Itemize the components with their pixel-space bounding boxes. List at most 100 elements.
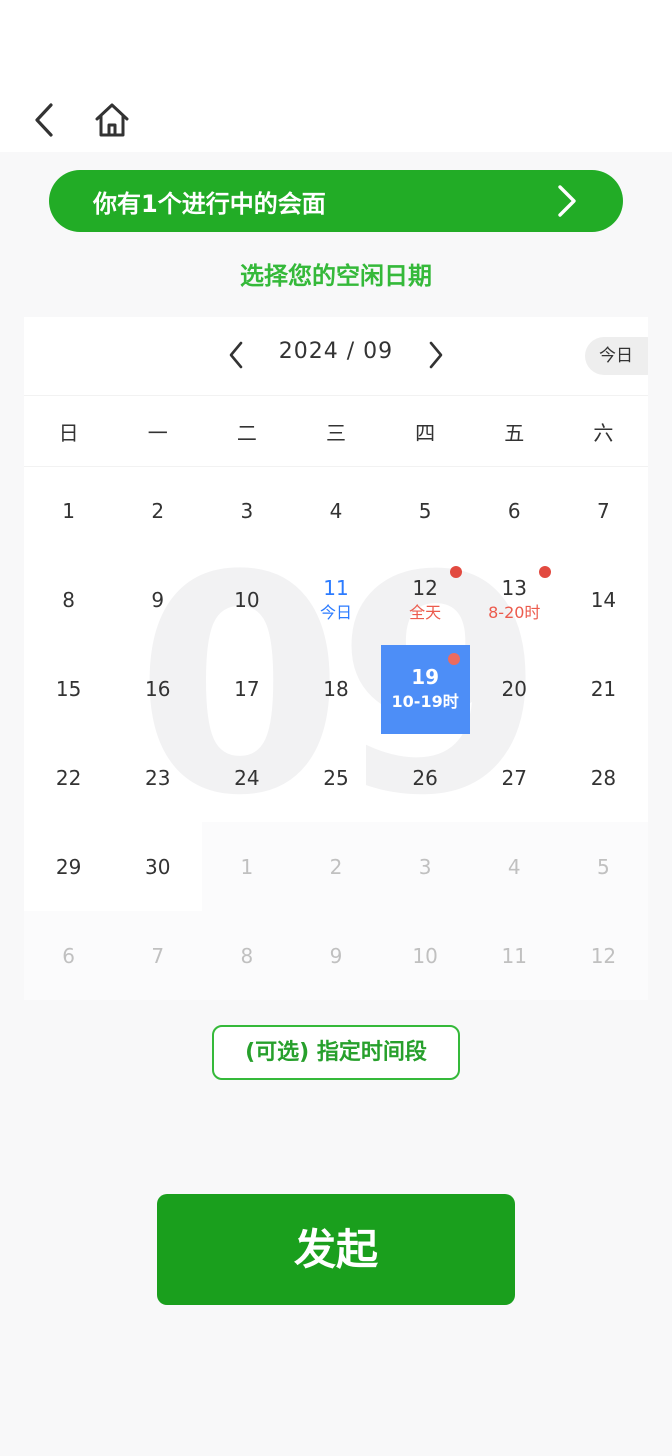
calendar: 2024 / 09 今日 日一二三四五六 09 1 2 3 4 5 6 7 8 9 10 11 今日 1… [24, 317, 648, 1000]
chevron-left-icon [35, 103, 53, 137]
day-note: 8-20时 [488, 603, 541, 623]
day-cell[interactable]: 16 [113, 645, 202, 734]
day-cell-other-month: 8 [202, 911, 292, 1000]
day-number: 1 [62, 499, 75, 524]
day-cell[interactable]: 4 [291, 467, 380, 556]
day-cell[interactable]: 8 [24, 556, 113, 645]
day-cell[interactable]: 25 [291, 734, 380, 823]
chevron-left-icon [229, 341, 243, 369]
weekday-label: 六 [593, 420, 614, 445]
day-number: 5 [418, 499, 432, 524]
specify-time-button[interactable]: (可选) 指定时间段 [212, 1025, 460, 1080]
weekday-label: 日 [58, 420, 79, 445]
today-button[interactable]: 今日 [585, 337, 648, 375]
event-dot [538, 565, 551, 578]
day-note: 全天 [409, 603, 442, 623]
day-cell[interactable]: 12 全天 [381, 556, 470, 645]
day-cell-other-month: 3 [380, 822, 470, 912]
day-cell[interactable]: 26 [381, 734, 470, 823]
chevron-right-icon [553, 181, 581, 221]
day-cell[interactable]: 23 [113, 734, 202, 823]
chevron-right-icon [429, 341, 443, 369]
weekday-label: 三 [325, 420, 346, 445]
day-cell[interactable]: 7 [559, 467, 648, 556]
day-number: 12 [590, 943, 617, 968]
day-number: 15 [55, 677, 82, 702]
weekday-label: 五 [504, 420, 525, 445]
day-cell[interactable]: 30 [113, 822, 202, 911]
day-number: 1 [240, 854, 254, 879]
day-number: 9 [329, 943, 343, 968]
event-dot [447, 652, 460, 665]
day-cell[interactable]: 27 [470, 734, 559, 823]
day-cell-other-month: 6 [24, 911, 114, 1000]
day-number: 4 [329, 499, 343, 524]
day-cell-other-month: 1 [202, 822, 292, 912]
day-number: 2 [151, 499, 165, 524]
day-number: 10 [412, 943, 438, 968]
day-number: 5 [597, 854, 610, 879]
day-cell[interactable]: 17 [202, 645, 291, 734]
day-number: 7 [597, 499, 610, 524]
day-cell[interactable]: 24 [202, 734, 291, 823]
day-cell-other-month: 10 [380, 911, 470, 1000]
day-number: 6 [507, 499, 521, 524]
day-cell[interactable]: 13 8-20时 [470, 556, 559, 645]
day-cell[interactable]: 9 [113, 556, 202, 645]
day-number: 16 [144, 677, 171, 702]
day-number: 6 [62, 943, 75, 968]
day-cell[interactable]: 15 [24, 645, 113, 734]
weekday-row: 日一二三四五六 [24, 395, 648, 467]
day-cell[interactable]: 1 [24, 467, 113, 556]
day-cell[interactable]: 28 [559, 734, 648, 823]
day-cell[interactable]: 29 [24, 822, 113, 911]
day-number: 26 [412, 765, 438, 790]
day-number: 7 [151, 943, 165, 968]
day-number: 11 [323, 576, 349, 601]
day-cell[interactable]: 21 [559, 645, 648, 734]
day-cell[interactable]: 2 [113, 467, 202, 556]
day-number: 14 [590, 588, 617, 613]
day-number: 21 [590, 677, 617, 702]
day-note: 10-19时 [391, 692, 459, 712]
day-number: 11 [501, 943, 527, 968]
day-number: 30 [144, 854, 171, 879]
day-number: 10 [234, 588, 260, 613]
day-cell-other-month: 7 [113, 911, 203, 1000]
day-number: 13 [501, 576, 527, 601]
calendar-header: 2024 / 09 今日 [24, 317, 648, 395]
day-cell[interactable]: 14 [559, 556, 648, 645]
day-cell[interactable]: 11 今日 [291, 556, 380, 645]
day-number: 19 [411, 665, 440, 690]
day-number: 2 [329, 854, 343, 879]
day-number: 25 [323, 765, 349, 790]
day-number: 3 [418, 854, 432, 879]
day-cell[interactable]: 6 [470, 467, 559, 556]
day-number: 28 [590, 765, 617, 790]
day-cell[interactable]: 20 [470, 645, 559, 734]
day-cell[interactable]: 5 [381, 467, 470, 556]
day-number: 18 [323, 677, 349, 702]
back-button[interactable] [26, 98, 62, 142]
page-subtitle: 选择您的空闲日期 [240, 262, 432, 290]
day-cell-other-month: 5 [558, 822, 648, 912]
day-cell[interactable]: 3 [202, 467, 291, 556]
day-cell[interactable]: 19 10-19时 [380, 644, 470, 734]
home-button[interactable] [90, 98, 134, 142]
next-month-button[interactable] [416, 335, 456, 375]
day-cell[interactable]: 22 [24, 734, 113, 823]
ongoing-meeting-banner[interactable]: 你有1个进行中的会面 [49, 170, 623, 232]
prev-month-button[interactable] [216, 335, 256, 375]
day-number: 22 [55, 765, 82, 790]
day-note: 今日 [319, 603, 352, 623]
weekday-label: 四 [415, 420, 436, 445]
day-cell[interactable]: 10 [202, 556, 291, 645]
day-cell-other-month: 4 [469, 822, 559, 912]
day-number: 29 [55, 854, 82, 879]
submit-button[interactable]: 发起 [157, 1194, 515, 1305]
banner-text: 你有1个进行中的会面 [93, 189, 326, 218]
day-number: 20 [501, 677, 527, 702]
weekday-label: 二 [236, 420, 257, 445]
day-number: 8 [62, 588, 75, 613]
day-cell[interactable]: 18 [291, 645, 380, 734]
